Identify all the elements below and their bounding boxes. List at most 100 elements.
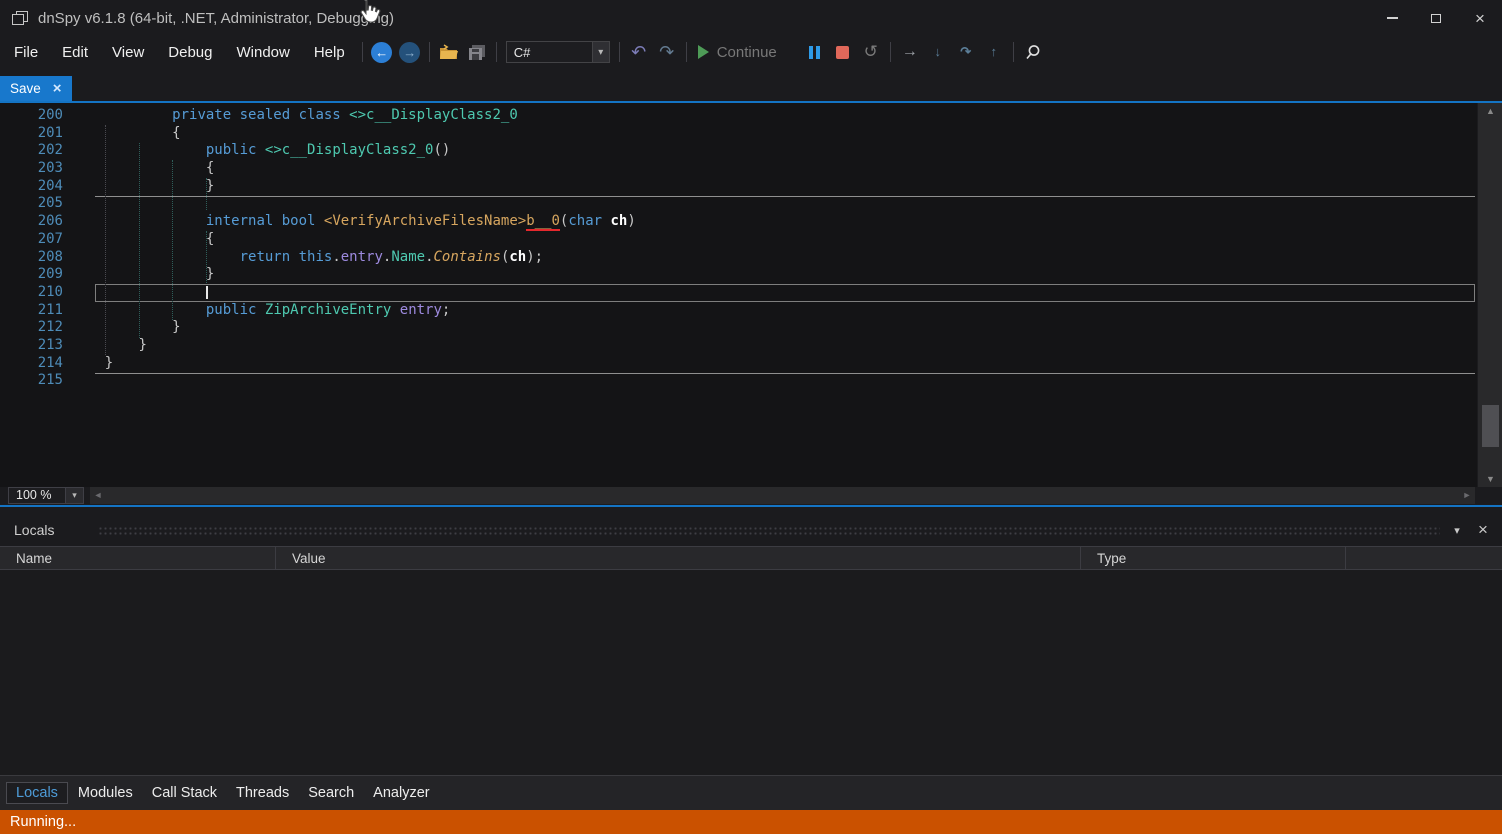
scroll-right-icon[interactable]: ► [1459,487,1475,504]
zoom-level-select[interactable]: 100 % ▾ [8,487,84,504]
code-line[interactable]: 201{ [0,125,1477,143]
step-into-button[interactable]: ↓ [924,39,952,65]
close-icon: × [1475,10,1485,27]
code-line[interactable]: 212} [0,319,1477,337]
restore-button[interactable] [1414,0,1458,36]
line-number: 201 [0,125,71,143]
redo-icon: ↷ [659,42,674,63]
code-line[interactable]: 213} [0,337,1477,355]
undo-icon: ↶ [631,42,646,63]
tool-tab-modules[interactable]: Modules [69,783,142,803]
window-title: dnSpy v6.1.8 (64-bit, .NET, Administrato… [38,10,394,27]
step-out-button[interactable]: ↑ [980,39,1008,65]
tool-tab-analyzer[interactable]: Analyzer [364,783,438,803]
menu-help[interactable]: Help [302,39,357,65]
scroll-left-icon[interactable]: ◄ [90,487,106,504]
locals-column-header-type[interactable]: Type [1081,547,1346,569]
locals-panel-title: Locals [14,522,54,538]
undo-button[interactable]: ↶ [625,39,653,65]
code-line[interactable]: 208return this.entry.Name.Contains(ch); [0,249,1477,267]
line-number: 211 [0,302,71,320]
document-tab-bar: Save × [0,76,1502,101]
save-all-button[interactable] [463,39,491,65]
redo-button[interactable]: ↷ [653,39,681,65]
show-next-statement-button[interactable]: → [896,39,924,65]
menu-edit[interactable]: Edit [50,39,100,65]
go-arrow-icon: → [902,43,918,61]
restore-icon [1431,14,1441,23]
line-number: 213 [0,337,71,355]
pause-button[interactable] [801,39,829,65]
menu-window[interactable]: Window [224,39,301,65]
zoom-chevron-down-icon[interactable]: ▾ [65,488,83,503]
tab-save-label: Save [10,81,41,96]
panel-drag-grip[interactable] [98,526,1440,535]
open-file-button[interactable] [435,39,463,65]
locals-column-header-blank[interactable] [1346,547,1502,569]
code-line[interactable]: 215 [0,372,1477,390]
code-line[interactable]: 211public ZipArchiveEntry entry; [0,302,1477,320]
menu-debug[interactable]: Debug [156,39,224,65]
save-all-icon [468,44,486,61]
stop-button[interactable] [829,39,857,65]
locals-column-header-name[interactable]: Name [0,547,276,569]
code-line[interactable]: 200private sealed class <>c__DisplayClas… [0,107,1477,125]
locals-column-header-value[interactable]: Value [276,547,1081,569]
menu-file[interactable]: File [2,39,50,65]
block-separator-line [95,373,1475,374]
continue-label: Continue [717,44,777,61]
horizontal-scrollbar[interactable]: ◄ ► [90,487,1475,504]
code-line[interactable]: 207{ [0,231,1477,249]
code-line[interactable]: 209} [0,266,1477,284]
tool-tab-locals[interactable]: Locals [6,782,68,804]
toolbar-separator [1013,42,1014,62]
line-number: 207 [0,231,71,249]
code-line[interactable]: 206internal bool <VerifyArchiveFilesName… [0,213,1477,231]
locals-table-body[interactable] [0,570,1502,775]
stop-icon [836,46,849,59]
tool-tab-call-stack[interactable]: Call Stack [143,783,226,803]
code-line[interactable]: 204} [0,178,1477,196]
toolbar-separator [496,42,497,62]
menu-view[interactable]: View [100,39,156,65]
step-out-icon: ↑ [991,47,998,57]
toolbar-separator [890,42,891,62]
continue-button[interactable]: Continue [692,44,783,61]
minimize-button[interactable] [1370,0,1414,36]
code-line[interactable]: 203{ [0,160,1477,178]
navigate-back-button[interactable]: ← [368,39,396,65]
line-number: 206 [0,213,71,231]
locals-panel-titlebar: Locals ▾ × [0,518,1502,542]
scroll-down-icon[interactable]: ▼ [1478,471,1502,487]
step-over-icon: ↷ [960,47,971,57]
tab-close-icon[interactable]: × [53,81,62,96]
line-number: 200 [0,107,71,125]
code-line[interactable]: 205 [0,195,1477,213]
vertical-scrollbar[interactable]: ▲ ▼ [1477,103,1502,487]
panel-close-icon[interactable]: × [1472,519,1494,541]
panel-chevron-down-icon[interactable]: ▾ [1446,519,1468,541]
code-line[interactable]: 214} [0,355,1477,373]
scroll-up-icon[interactable]: ▲ [1478,103,1502,119]
toolbar-separator [362,42,363,62]
chevron-down-icon[interactable]: ▾ [592,42,609,62]
navigate-forward-button[interactable]: → [396,39,424,65]
tab-save[interactable]: Save × [0,76,72,101]
restart-button[interactable]: ↺ [857,39,885,65]
toolbar-separator [686,42,687,62]
vertical-scrollbar-thumb[interactable] [1482,405,1499,447]
tool-tab-search[interactable]: Search [299,783,363,803]
search-button[interactable] [1019,39,1047,65]
status-bar: Running... [0,810,1502,834]
code-editor[interactable]: 200private sealed class <>c__DisplayClas… [0,103,1502,487]
status-text: Running... [10,814,76,830]
indent-guide [139,143,140,338]
tool-tab-threads[interactable]: Threads [227,783,298,803]
line-number: 204 [0,178,71,196]
back-icon: ← [371,42,392,63]
current-line-box [95,284,1475,302]
code-line[interactable]: 202public <>c__DisplayClass2_0() [0,142,1477,160]
language-select[interactable]: C# ▾ [506,41,610,63]
close-button[interactable]: × [1458,0,1502,36]
step-over-button[interactable]: ↷ [952,39,980,65]
